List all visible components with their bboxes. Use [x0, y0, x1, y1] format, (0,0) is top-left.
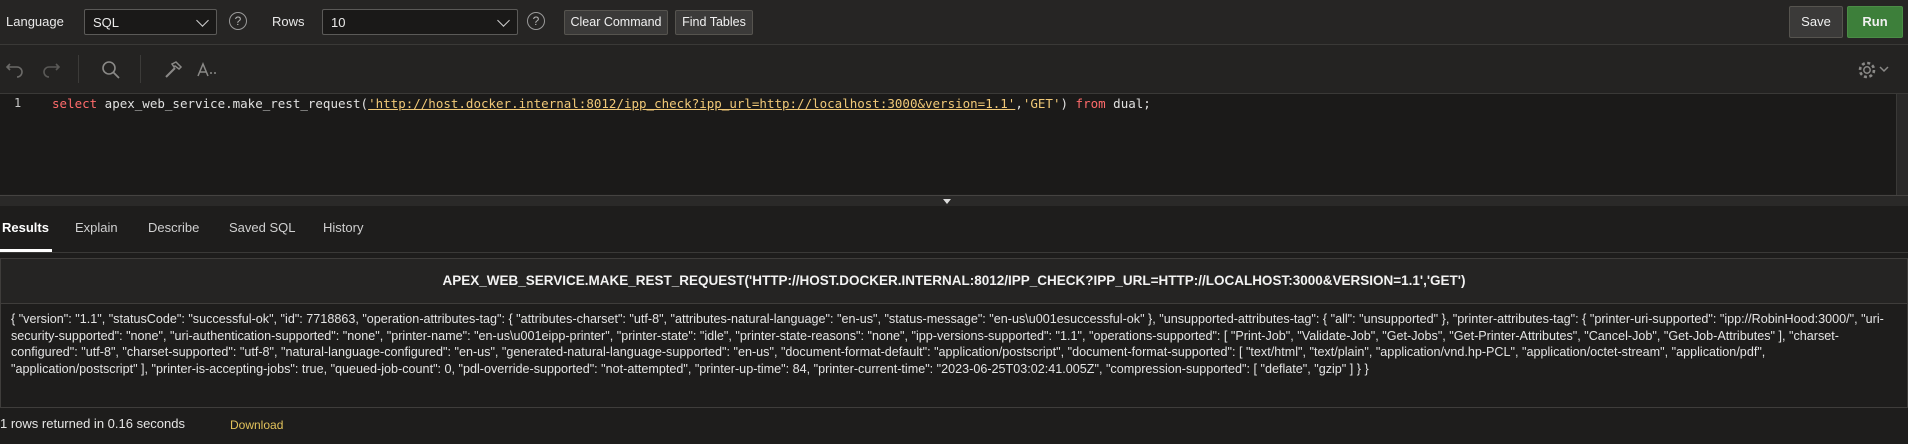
table-dual: dual;	[1105, 96, 1151, 111]
rows-label: Rows	[272, 14, 305, 29]
language-select[interactable]: SQL	[84, 9, 217, 35]
language-help-icon[interactable]: ?	[229, 12, 247, 30]
save-button[interactable]: Save	[1789, 6, 1843, 38]
redo-icon[interactable]	[40, 59, 62, 81]
tab-saved-sql[interactable]: Saved SQL	[229, 220, 296, 235]
chevron-down-icon	[196, 14, 209, 27]
clear-command-button[interactable]: Clear Command	[564, 10, 668, 35]
tab-history[interactable]: History	[323, 220, 363, 235]
column-header-label: APEX_WEB_SERVICE.MAKE_REST_REQUEST('HTTP…	[442, 273, 1466, 288]
keyword-select: select	[52, 96, 98, 111]
chevron-down-icon[interactable]	[1878, 63, 1890, 75]
rows-returned-status: 1 rows returned in 0.16 seconds	[0, 416, 185, 431]
search-icon[interactable]	[100, 59, 122, 81]
download-link[interactable]: Download	[230, 418, 283, 432]
toolbar-divider	[140, 55, 141, 83]
toolbar-divider	[78, 55, 79, 83]
rows-select[interactable]: 10	[322, 9, 518, 35]
hammer-icon[interactable]	[162, 59, 184, 81]
line-number: 1	[14, 96, 22, 110]
undo-icon[interactable]	[4, 59, 26, 81]
tab-explain[interactable]: Explain	[75, 220, 118, 235]
editor-toolbar	[0, 45, 1908, 94]
result-cell: { "version": "1.1", "statusCode": "succe…	[11, 312, 1884, 376]
result-tabs: Results Explain Describe Saved SQL Histo…	[0, 206, 1908, 253]
function-call: apex_web_service.make_rest_request(	[97, 96, 369, 111]
language-select-value: SQL	[93, 15, 120, 30]
language-label: Language	[6, 14, 64, 29]
find-tables-button[interactable]: Find Tables	[675, 10, 753, 35]
sql-editor[interactable]: 1 select apex_web_service.make_rest_requ…	[0, 94, 1908, 194]
collapse-arrow-icon[interactable]	[943, 199, 951, 204]
close-paren: )	[1060, 96, 1076, 111]
gear-icon[interactable]	[1856, 59, 1878, 81]
line-gutter: 1	[0, 94, 30, 194]
url-string: 'http://host.docker.internal:8012/ipp_ch…	[368, 96, 1016, 111]
column-header: APEX_WEB_SERVICE.MAKE_REST_REQUEST('HTTP…	[1, 259, 1907, 304]
method-string: 'GET'	[1022, 96, 1061, 111]
run-button[interactable]: Run	[1847, 6, 1903, 38]
text-size-icon[interactable]	[196, 59, 218, 81]
results-table: APEX_WEB_SERVICE.MAKE_REST_REQUEST('HTTP…	[0, 258, 1908, 408]
chevron-down-icon	[497, 14, 510, 27]
comma: ,	[1015, 96, 1023, 111]
top-toolbar: Language SQL ? Rows 10 ? Clear Command F…	[0, 0, 1908, 45]
keyword-from: from	[1075, 96, 1106, 111]
editor-scrollbar[interactable]	[1896, 94, 1908, 195]
rows-help-icon[interactable]: ?	[527, 12, 545, 30]
code-line[interactable]: select apex_web_service.make_rest_reques…	[52, 96, 1151, 111]
tab-describe[interactable]: Describe	[148, 220, 199, 235]
tab-results[interactable]: Results	[2, 220, 49, 235]
rows-select-value: 10	[331, 15, 346, 30]
active-tab-indicator	[0, 249, 52, 252]
